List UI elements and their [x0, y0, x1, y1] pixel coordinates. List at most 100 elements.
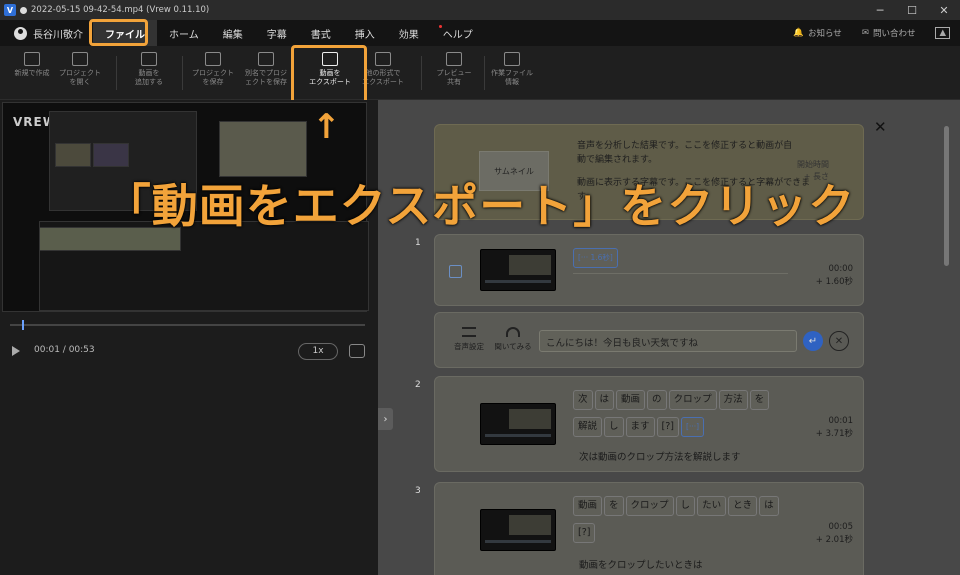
maximize-button[interactable]: ☐: [896, 0, 928, 20]
listen-button[interactable]: 聞いてみる: [493, 327, 533, 352]
file-info-icon: [504, 52, 520, 66]
film-icon: [72, 52, 88, 66]
scene-time: 00:05 + 2.01秒: [816, 521, 853, 547]
new-badge-icon: [438, 25, 442, 28]
scene-subtitle[interactable]: 動画をクロップしたいときは: [579, 557, 703, 571]
confirm-icon[interactable]: ↵: [803, 331, 823, 351]
silence-chip[interactable]: [··· 1.6秒]: [573, 248, 618, 268]
toolbar: 新規で作成 プロジェクト を開く 動画を 追加する プロジェクト を保存 別名で…: [0, 46, 960, 100]
work-file-info-button[interactable]: 作業ファイル 情報: [482, 52, 542, 87]
word-chip[interactable]: し: [604, 417, 624, 437]
playback-time: 00:01 / 00:53: [34, 345, 95, 355]
word-chip[interactable]: ます: [625, 417, 655, 437]
fullscreen-icon[interactable]: [349, 344, 365, 358]
scene-checkbox[interactable]: [449, 265, 462, 278]
scene-duration: + 3.71秒: [815, 428, 853, 439]
menu-home[interactable]: ホーム: [157, 20, 211, 46]
add-media-icon: [141, 52, 157, 66]
notifications-link[interactable]: お知らせ: [808, 27, 842, 39]
user-name: 長谷川敬介: [33, 29, 83, 41]
scene-thumbnail: [480, 249, 556, 291]
word-chip[interactable]: の: [647, 390, 667, 410]
scene-divider: [573, 273, 788, 274]
contact-link[interactable]: 問い合わせ: [873, 27, 916, 39]
word-chip[interactable]: 動画: [573, 496, 603, 516]
word-chip[interactable]: を: [604, 496, 624, 516]
window-title: 2022-05-15 09-42-54.mp4 (Vrew 0.11.10): [31, 5, 210, 15]
word-chip[interactable]: とき: [728, 496, 758, 516]
scene-card-2[interactable]: 次は動画のクロップ 方法 を解説します [?] [···] 00:01 + 3.71秒 次…: [434, 376, 864, 472]
save-project-button[interactable]: プロジェクト を保存: [183, 52, 243, 87]
word-chip[interactable]: たい: [697, 496, 727, 516]
toolbar-divider: [421, 56, 422, 90]
cancel-icon[interactable]: ✕: [829, 331, 849, 351]
seek-bar[interactable]: [10, 320, 365, 330]
video-inner-dog-frame: [219, 121, 307, 177]
user-account[interactable]: 長谷川敬介: [14, 26, 83, 41]
word-chip[interactable]: 解説: [573, 417, 603, 437]
tool-label: プレビュー 共有: [436, 69, 472, 86]
seek-handle[interactable]: [22, 320, 24, 330]
word-chip[interactable]: [?]: [656, 417, 680, 437]
minimize-button[interactable]: ─: [864, 0, 896, 20]
menu-insert[interactable]: 挿入: [343, 20, 387, 46]
save-as-button[interactable]: 別名でプロジ ェクトを保存: [236, 52, 296, 87]
word-chip[interactable]: は: [759, 496, 779, 516]
open-project-button[interactable]: プロジェクト を開く: [50, 52, 110, 87]
play-icon[interactable]: [12, 346, 20, 356]
menu-help[interactable]: ヘルプ: [431, 20, 485, 46]
subtitle-input[interactable]: こんにちは！今日も良い天気ですね: [539, 330, 797, 352]
scene-time: 00:00 + 1.60秒: [816, 263, 853, 289]
link-icon: [446, 52, 462, 66]
toolbar-divider: [116, 56, 117, 90]
export-format-icon: [375, 52, 391, 66]
word-chip[interactable]: 動画: [616, 390, 646, 410]
upload-icon[interactable]: ▲: [935, 27, 950, 39]
word-chip[interactable]: 方法: [718, 390, 748, 410]
tool-label: 別名でプロジ ェクトを保存: [245, 69, 287, 86]
export-button-highlight: [291, 45, 367, 107]
mail-icon: ✉: [861, 28, 869, 38]
silence-chip[interactable]: [···]: [681, 417, 705, 437]
info-text-audio: 音声を分析した結果です。ここを修正すると動画が自動で編集されます。: [577, 141, 793, 165]
collapse-panel-button[interactable]: ›: [378, 408, 393, 430]
scene-card-3[interactable]: 動画をクロップしたい とき は [?] 00:05 + 2.01秒 動画をクロップしたい…: [434, 482, 864, 575]
scene-start-time: 00:00: [828, 264, 854, 274]
word-chip[interactable]: は: [594, 390, 615, 410]
scene-words: [··· 1.6秒]: [573, 245, 788, 272]
scene-subtitle[interactable]: 次は動画のクロップ方法を解説します: [579, 449, 741, 463]
menu-format[interactable]: 書式: [299, 20, 343, 46]
menu-edit[interactable]: 編集: [211, 20, 255, 46]
menu-effects[interactable]: 効果: [387, 20, 431, 46]
app-icon: V: [4, 4, 16, 16]
file-menu-highlight: [89, 19, 148, 46]
voice-settings-button[interactable]: 音声設定: [449, 327, 489, 352]
plus-icon: [24, 52, 40, 66]
menu-subtitle[interactable]: 字幕: [255, 20, 299, 46]
instruction-caption: 「動画をエクスポート」をクリック: [104, 179, 856, 233]
scene-start-time: 00:05: [828, 522, 854, 532]
word-chip[interactable]: 次: [573, 390, 593, 410]
scene-number: 1: [415, 238, 421, 248]
add-video-button[interactable]: 動画を 追加する: [119, 52, 179, 87]
scene-start-time: 00:01: [828, 416, 854, 426]
voice-settings-label: 音声設定: [454, 342, 484, 351]
word-chip[interactable]: を: [749, 390, 770, 410]
listen-label: 聞いてみる: [494, 342, 532, 351]
scene-card-1[interactable]: [··· 1.6秒] 00:00 + 1.60秒: [434, 234, 864, 306]
headphones-icon: [506, 327, 520, 337]
tool-label: プロジェクト を保存: [192, 69, 234, 86]
word-chip[interactable]: クロップ: [668, 390, 717, 410]
word-chip[interactable]: [?]: [573, 523, 596, 543]
word-chip[interactable]: クロップ: [625, 496, 674, 516]
preview-share-button[interactable]: プレビュー 共有: [424, 52, 484, 87]
scene-thumbnail: [480, 403, 556, 445]
scene-duration: + 2.01秒: [815, 534, 853, 545]
download-icon: [205, 52, 221, 66]
close-window-button[interactable]: ✕: [928, 0, 960, 20]
word-chip[interactable]: し: [675, 496, 696, 516]
close-icon[interactable]: ✕: [874, 118, 887, 136]
speed-button[interactable]: 1x: [298, 343, 338, 360]
scene-number: 2: [415, 380, 421, 390]
up-arrow-icon: ↑: [312, 107, 341, 147]
